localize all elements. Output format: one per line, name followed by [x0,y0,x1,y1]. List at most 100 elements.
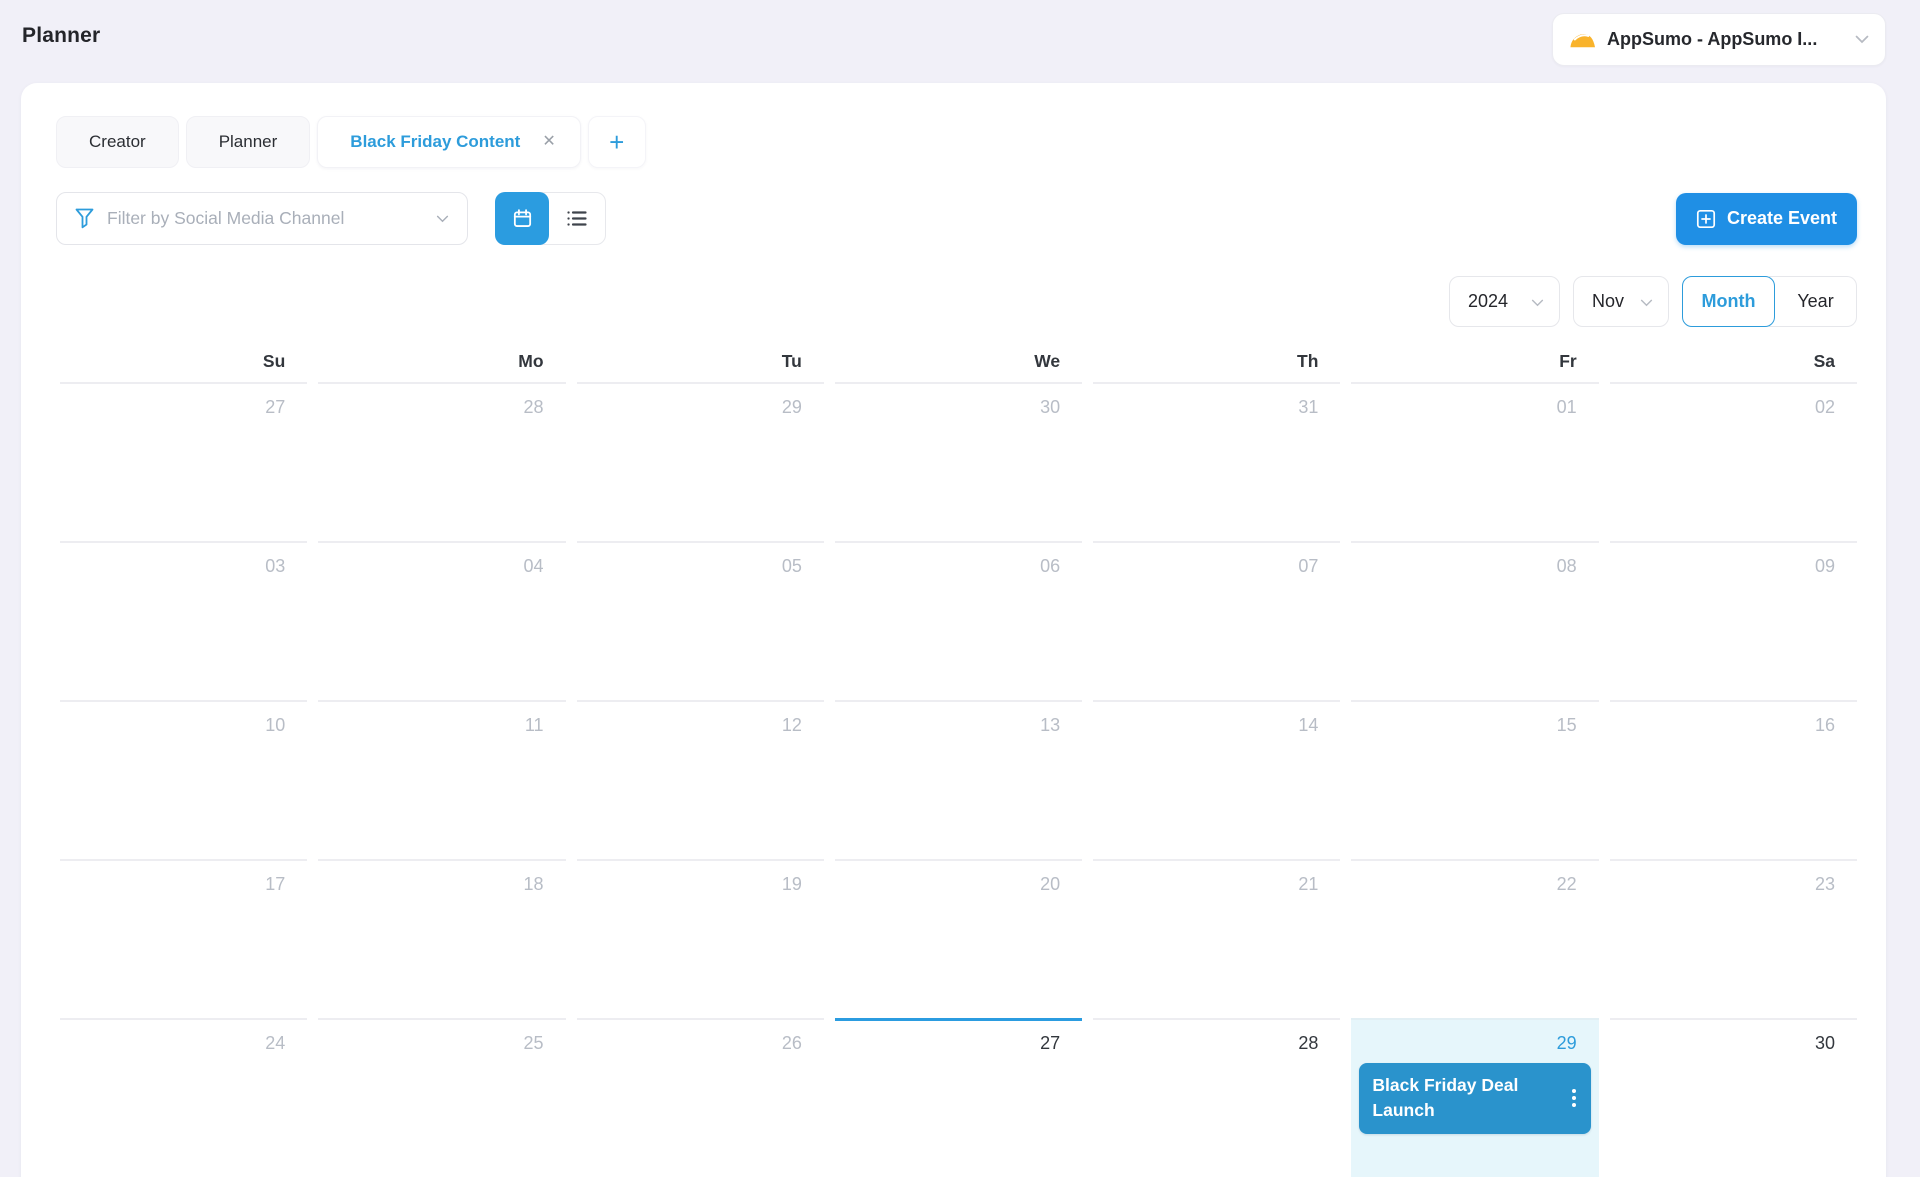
day-number: 31 [1093,384,1340,418]
tab-creator[interactable]: Creator [56,116,179,168]
year-select[interactable]: 2024 [1449,276,1560,327]
toggle-year[interactable]: Year [1769,276,1857,327]
weekday-header: We [835,351,1082,382]
day-cell[interactable]: 28 [1093,1018,1340,1177]
create-event-label: Create Event [1727,208,1837,229]
list-view-button[interactable] [549,193,605,244]
tab-bar: Creator Planner Black Friday Content ✕ + [56,116,1857,168]
day-cell[interactable]: 02 [1610,382,1857,541]
month-year-toggle: Month Year [1682,276,1857,327]
day-number: 17 [60,861,307,895]
day-cell-today[interactable]: 27 [835,1018,1082,1177]
top-bar: Planner AppSumo - AppSumo I... [0,0,1920,83]
day-cell[interactable]: 18 [318,859,565,1018]
plus-icon: + [609,127,624,158]
day-number: 18 [318,861,565,895]
weekday-header: Mo [318,351,565,382]
day-number: 06 [835,543,1082,577]
day-cell[interactable]: 03 [60,541,307,700]
close-icon[interactable]: ✕ [542,134,555,150]
day-cell[interactable]: 05 [577,541,824,700]
day-number: 26 [577,1020,824,1054]
event-title: Black Friday Deal Launch [1372,1075,1518,1120]
create-event-button[interactable]: Create Event [1676,193,1857,245]
day-cell[interactable]: 27 [60,382,307,541]
day-cell[interactable]: 16 [1610,700,1857,859]
event-card[interactable]: Black Friday Deal Launch [1359,1063,1590,1134]
day-number: 03 [60,543,307,577]
day-cell[interactable]: 06 [835,541,1082,700]
day-cell[interactable]: 29 [577,382,824,541]
tab-label: Black Friday Content [350,132,520,152]
day-cell[interactable]: 14 [1093,700,1340,859]
page-title: Planner [22,24,100,48]
day-number: 04 [318,543,565,577]
day-number: 29 [577,384,824,418]
day-number: 07 [1093,543,1340,577]
weekday-header: Th [1093,351,1340,382]
day-cell[interactable]: 22 [1351,859,1598,1018]
day-cell[interactable]: 08 [1351,541,1598,700]
day-cell[interactable]: 24 [60,1018,307,1177]
kebab-menu-icon[interactable] [1564,1084,1584,1112]
day-number: 01 [1351,384,1598,418]
day-number: 08 [1351,543,1598,577]
tab-label: Creator [89,132,146,152]
day-number: 28 [1093,1020,1340,1054]
day-cell[interactable]: 11 [318,700,565,859]
day-number: 27 [835,1021,1082,1054]
day-cell[interactable]: 12 [577,700,824,859]
tab-planner[interactable]: Planner [186,116,311,168]
view-toggle [495,192,606,245]
toolbar: Filter by Social Media Channel [56,192,1857,245]
tab-label: Planner [219,132,278,152]
day-number: 09 [1610,543,1857,577]
day-number: 14 [1093,702,1340,736]
day-cell[interactable]: 04 [318,541,565,700]
day-cell[interactable]: 01 [1351,382,1598,541]
chevron-down-icon [1531,291,1544,312]
workspace-label: AppSumo - AppSumo I... [1607,29,1844,50]
day-cell[interactable]: 19 [577,859,824,1018]
day-cell[interactable]: 17 [60,859,307,1018]
weekday-header: Fr [1351,351,1598,382]
day-number: 20 [835,861,1082,895]
calendar-view-button[interactable] [495,192,549,245]
day-cell[interactable]: 25 [318,1018,565,1177]
date-controls: 2024 Nov Month Year [56,276,1857,327]
day-cell[interactable]: 15 [1351,700,1598,859]
day-cell[interactable]: 21 [1093,859,1340,1018]
day-cell[interactable]: 30 [835,382,1082,541]
filter-funnel-icon [75,208,94,229]
day-cell[interactable]: 26 [577,1018,824,1177]
calendar-icon [512,208,533,229]
day-cell[interactable]: 20 [835,859,1082,1018]
day-number: 29 [1351,1020,1598,1054]
day-cell[interactable]: 28 [318,382,565,541]
day-number: 02 [1610,384,1857,418]
workspace-selector[interactable]: AppSumo - AppSumo I... [1552,13,1886,66]
day-number: 25 [318,1020,565,1054]
tab-black-friday-content[interactable]: Black Friday Content ✕ [317,116,580,168]
day-number: 23 [1610,861,1857,895]
day-cell[interactable]: 30 [1610,1018,1857,1177]
filter-placeholder: Filter by Social Media Channel [107,208,423,229]
day-cell[interactable]: 09 [1610,541,1857,700]
toggle-month[interactable]: Month [1682,276,1775,327]
day-cell[interactable]: 07 [1093,541,1340,700]
list-icon [567,210,587,227]
day-number: 19 [577,861,824,895]
day-cell[interactable]: 10 [60,700,307,859]
month-select[interactable]: Nov [1573,276,1669,327]
weekday-header: Su [60,351,307,382]
calendar-grid: Su Mo Tu We Th Fr Sa 27 28 29 30 31 01 0… [60,351,1857,1177]
day-number: 21 [1093,861,1340,895]
day-cell-selected[interactable]: 29 Black Friday Deal Launch [1351,1018,1598,1177]
day-number: 16 [1610,702,1857,736]
add-tab-button[interactable]: + [588,116,646,168]
day-cell[interactable]: 31 [1093,382,1340,541]
day-number: 10 [60,702,307,736]
day-cell[interactable]: 13 [835,700,1082,859]
filter-channel-select[interactable]: Filter by Social Media Channel [56,192,468,245]
day-cell[interactable]: 23 [1610,859,1857,1018]
